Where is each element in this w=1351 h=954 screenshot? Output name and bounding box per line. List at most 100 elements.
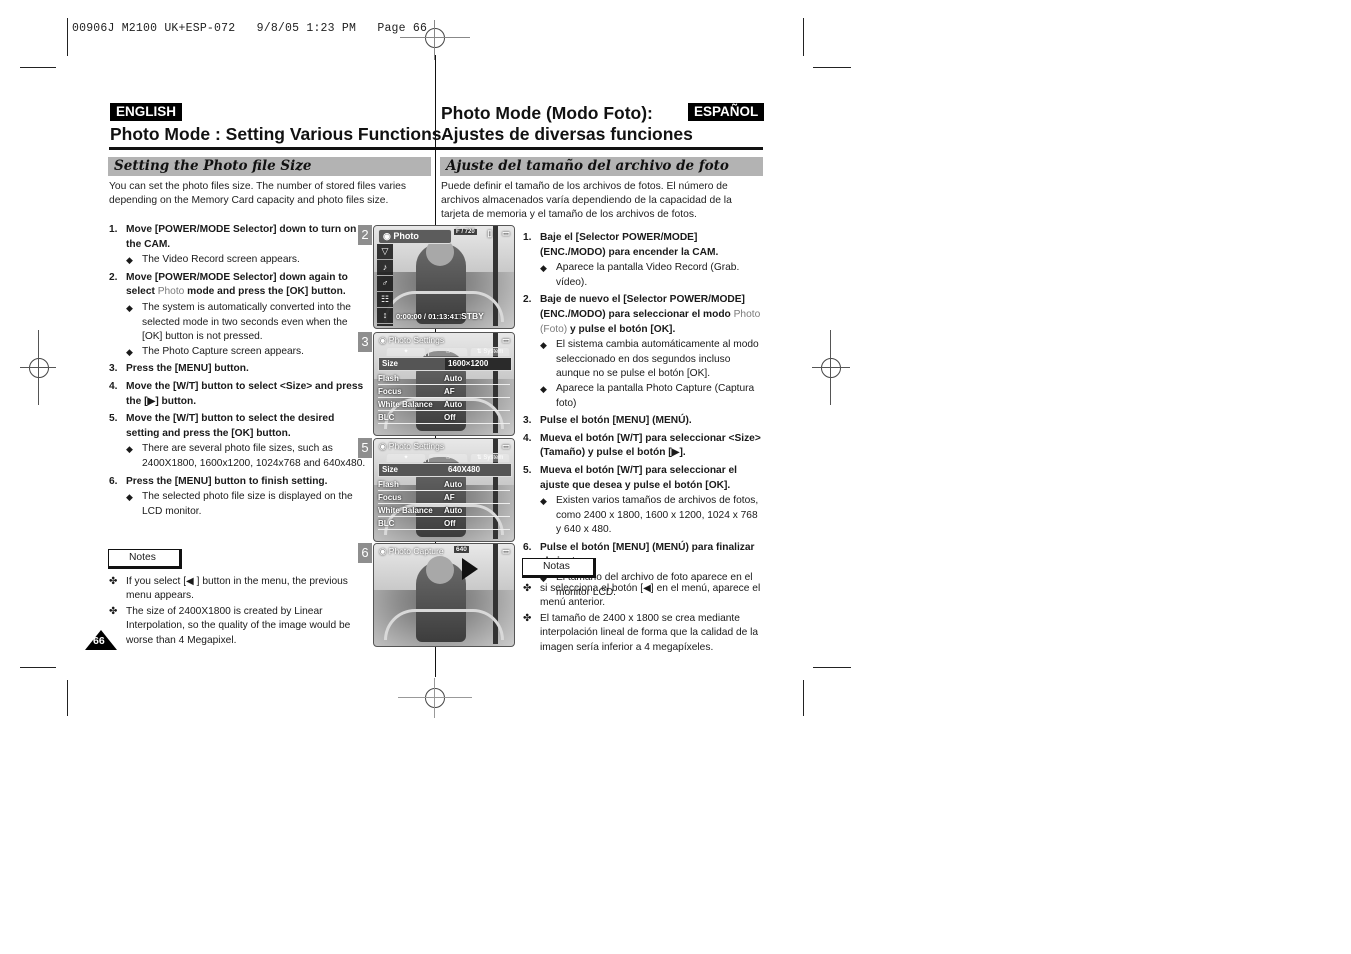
setting-label: Flash bbox=[378, 480, 399, 489]
timecode: 0:00:00 / 01:13:41 bbox=[396, 312, 459, 321]
setting-label: White Balance bbox=[378, 506, 433, 515]
setting-label: Flash bbox=[378, 374, 399, 383]
step-item: 2. Baje de nuevo el [Selector POWER/MODE]… bbox=[523, 293, 765, 411]
diamond-bullet-icon: ◆ bbox=[540, 263, 547, 274]
frame-counter: F / 720 bbox=[454, 229, 477, 235]
battery-icon: ▭ bbox=[501, 228, 510, 238]
diamond-bullet-icon: ◆ bbox=[540, 340, 547, 351]
setting-row: BLC Off bbox=[378, 518, 510, 530]
step-text-part: y pulse el botón [OK]. bbox=[567, 323, 676, 335]
step-item: 5. Mueva el botón [W/T] para seleccionar … bbox=[523, 464, 765, 538]
step-number: 3. bbox=[109, 363, 118, 375]
registration-line bbox=[434, 678, 435, 718]
battery-icon: ▭ bbox=[501, 335, 510, 345]
settings-header: ◉ Photo Settings bbox=[379, 441, 444, 452]
step-number: 4. bbox=[523, 432, 532, 444]
bullet-item: ◆ Aparece la pantalla Video Record (Grab.… bbox=[540, 261, 765, 290]
step-bullets: ◆ The selected photo file size is display… bbox=[126, 490, 366, 519]
tab-scene: ⌂ bbox=[428, 347, 468, 356]
registration-mark-bottom bbox=[425, 688, 445, 708]
page-number-badge: 66 bbox=[85, 630, 117, 650]
bullet-item: ◆ The Photo Capture screen appears. bbox=[126, 345, 366, 360]
setting-row-selected: Size 640X480 bbox=[378, 463, 512, 477]
step-bullets: ◆ There are several photo file sizes, suc… bbox=[126, 442, 366, 471]
note-text: si selecciona el botón [◀] en el menú, a… bbox=[540, 583, 761, 609]
tab-system: ⇅ System bbox=[470, 347, 510, 356]
language-tag-espanol: ESPAÑOL bbox=[688, 103, 765, 121]
section-heading-english: Setting the Photo file Size bbox=[108, 157, 431, 176]
settings-header: ◉ Photo Settings bbox=[379, 335, 444, 346]
step-item: 5. Move the [W/T] button to select the de… bbox=[109, 412, 366, 471]
step-item: 3. Press the [MENU] button. bbox=[109, 362, 366, 377]
setting-row: Flash Auto bbox=[378, 373, 510, 385]
notes-list-espanol: ✤ si selecciona el botón [◀] en el menú, … bbox=[523, 582, 768, 656]
step-text: Move [POWER/MODE Selector] down to turn … bbox=[126, 224, 357, 250]
crop-mark bbox=[803, 680, 804, 716]
setting-value: Auto bbox=[444, 506, 463, 515]
step-number: 6. bbox=[109, 475, 118, 487]
step-text: Pulse el botón [MENU] (MENÚ). bbox=[540, 415, 692, 427]
setting-row: Flash Auto bbox=[378, 479, 510, 491]
setting-row: White Balance Auto bbox=[378, 399, 510, 411]
play-indicator-icon bbox=[462, 558, 478, 580]
bullet-text: Existen varios tamaños de archivos de fo… bbox=[556, 495, 759, 536]
crop-mark bbox=[813, 667, 851, 668]
bullet-item: ◆ Existen varios tamaños de archivos de f… bbox=[540, 494, 765, 538]
setting-value: Off bbox=[444, 413, 456, 422]
registration-line bbox=[434, 20, 435, 60]
screen-step-number: 6 bbox=[358, 543, 372, 563]
step-number: 3. bbox=[523, 415, 532, 427]
setting-value: Auto bbox=[444, 400, 463, 409]
setting-value: Auto bbox=[444, 480, 463, 489]
diamond-bullet-icon: ◆ bbox=[126, 302, 133, 313]
step-text: Press the [MENU] button to finish settin… bbox=[126, 475, 328, 487]
step-number: 5. bbox=[109, 413, 118, 425]
diamond-bullet-icon: ◆ bbox=[126, 255, 133, 266]
step-item: 4. Mueva el botón [W/T] para seleccionar … bbox=[523, 432, 765, 461]
photo-rail bbox=[384, 609, 504, 640]
crop-mark bbox=[20, 667, 56, 668]
screen-step-number: 2 bbox=[358, 225, 372, 245]
bullet-text: The selected photo file size is displaye… bbox=[142, 491, 353, 517]
note-text: The size of 2400X1800 is created by Line… bbox=[126, 605, 351, 646]
step-text: Mueva el botón [W/T] para seleccionar <S… bbox=[540, 432, 761, 459]
step-number: 1. bbox=[523, 232, 532, 243]
setting-value: 1600×1200 bbox=[445, 358, 511, 370]
notes-list-english: ✤ If you select [◀ ] button in the menu, … bbox=[109, 575, 359, 649]
step-bullets: ◆ The Video Record screen appears. bbox=[126, 253, 366, 268]
diamond-bullet-icon: ◆ bbox=[540, 496, 547, 507]
crop-mark bbox=[813, 67, 851, 68]
step-bullets: ◆ Aparece la pantalla Video Record (Grab.… bbox=[540, 261, 765, 290]
setting-row-selected: Size 1600×1200 bbox=[378, 357, 512, 371]
bullet-item: ◆ The selected photo file size is display… bbox=[126, 490, 366, 519]
step-number: 2. bbox=[523, 294, 532, 306]
setting-value: AF bbox=[444, 493, 455, 502]
step-item: 6. Press the [MENU] button to finish sett… bbox=[109, 475, 366, 520]
bullet-text: There are several photo file sizes, such… bbox=[142, 443, 366, 469]
photo-subject-head bbox=[426, 556, 454, 584]
note-item: ✤ El tamaño de 2400 x 1800 se crea median… bbox=[523, 612, 768, 655]
step-text: Baje el [Selector POWER/MODE] (ENC./MODO… bbox=[540, 232, 719, 258]
bullet-item: ◆ The system is automatically converted i… bbox=[126, 301, 366, 345]
mode-label: Photo bbox=[393, 231, 419, 241]
section-heading-espanol: Ajuste del tamaño del archivo de foto bbox=[440, 157, 763, 176]
bullet-text: Aparece la pantalla Video Record (Grab. … bbox=[556, 262, 740, 288]
step-text: Mueva el botón [W/T] para seleccionar el… bbox=[540, 464, 738, 491]
camera-icon: ◉ bbox=[383, 231, 394, 241]
registration-mark-top bbox=[425, 28, 445, 48]
lcd-screen-photo-settings-2: ◉ Photo Settings ▭ ✦ ⌂ ⇅ System Size 640X… bbox=[373, 438, 515, 542]
diamond-bullet-icon: ◆ bbox=[126, 444, 133, 455]
capture-header: ◉ Photo Capture bbox=[379, 546, 444, 557]
setting-row: BLC Off bbox=[378, 412, 510, 424]
page-title-espanol: Photo Mode (Modo Foto): Ajustes de diver… bbox=[441, 103, 693, 145]
title-rule bbox=[109, 147, 763, 150]
registration-mark-right bbox=[821, 358, 841, 378]
bullet-text: Aparece la pantalla Photo Capture (Captu… bbox=[556, 382, 755, 409]
setting-label: Size bbox=[382, 359, 399, 368]
mode-highlight: Photo bbox=[157, 286, 185, 298]
registration-line bbox=[398, 697, 472, 698]
registration-line bbox=[38, 330, 39, 405]
note-item: ✤ si selecciona el botón [◀] en el menú, … bbox=[523, 582, 768, 611]
intro-english: You can set the photo files size. The nu… bbox=[109, 181, 407, 206]
setting-label: BLC bbox=[378, 519, 395, 528]
